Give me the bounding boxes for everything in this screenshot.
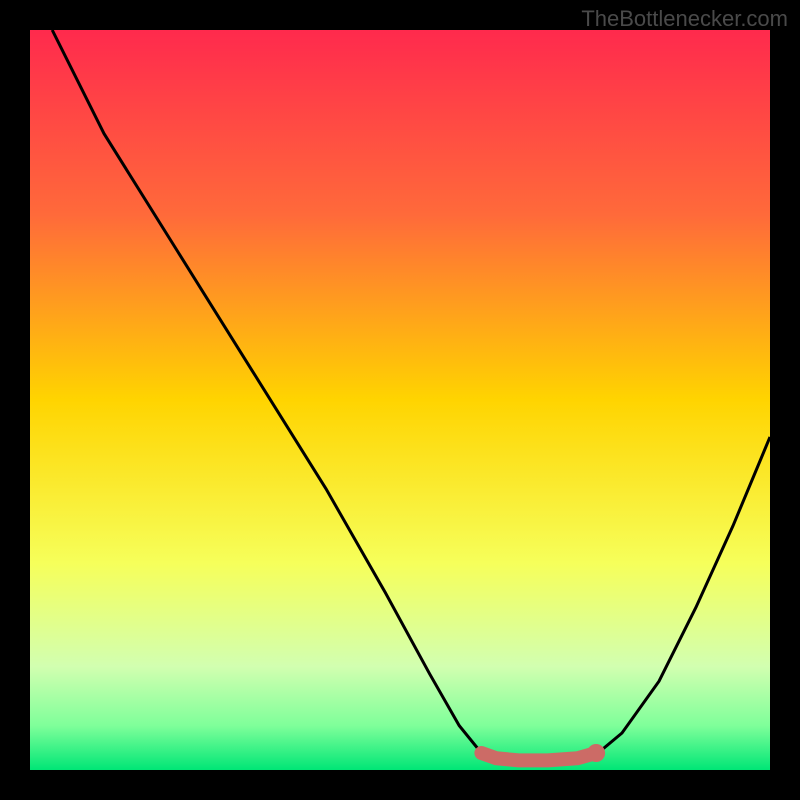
marker-dot: [587, 744, 605, 762]
highlight-band: [481, 753, 596, 760]
watermark-text: TheBottlenecker.com: [581, 6, 788, 32]
chart-svg: [30, 30, 770, 770]
chart-area: [30, 30, 770, 770]
gradient-background: [30, 30, 770, 770]
